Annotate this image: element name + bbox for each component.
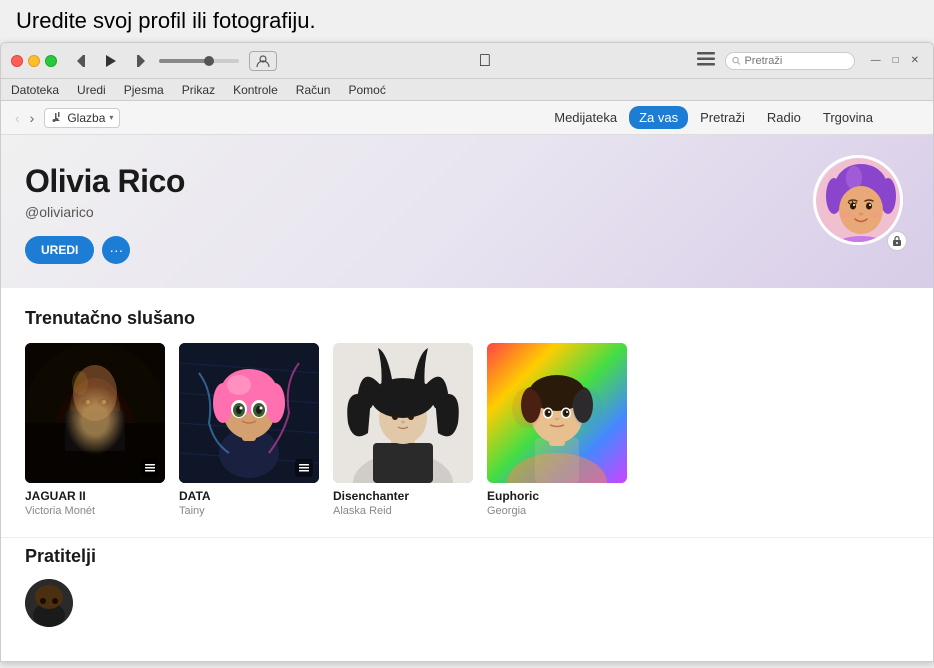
friends-section: Pratitelji (1, 537, 933, 627)
window-resize-buttons: — □ ✕ (867, 53, 923, 68)
currently-listening-section: Trenutačno slušano (1, 288, 933, 537)
instruction-bar: Uredite svoj profil ili fotografiju. (0, 0, 934, 42)
menu-prikaz[interactable]: Prikaz (180, 83, 217, 97)
playback-controls (73, 51, 149, 71)
nav-back-arrow[interactable]: ‹ (11, 108, 24, 128)
search-bar[interactable] (725, 52, 855, 70)
album-artist: Georgia (487, 505, 627, 517)
album-list-icon (141, 459, 159, 477)
nav-forward-arrow[interactable]: › (26, 108, 39, 128)
nav-arrows: ‹ › (11, 108, 38, 128)
volume-slider[interactable] (159, 59, 239, 63)
profile-section: Olivia Rico @oliviarico UREDI ··· (1, 135, 933, 288)
memoji-avatar (816, 158, 900, 242)
library-label: Glazba (67, 111, 105, 125)
tab-pretrazi[interactable]: Pretraži (690, 106, 755, 129)
album-artist: Alaska Reid (333, 505, 473, 517)
window-controls (693, 50, 719, 71)
album-art-disenchanter (333, 343, 473, 483)
album-item[interactable]: DATA Tainy (179, 343, 319, 517)
menu-pjesma[interactable]: Pjesma (122, 83, 166, 97)
album-item[interactable]: Euphoric Georgia (487, 343, 627, 517)
apple-logo:  (283, 51, 687, 71)
tab-medijateka[interactable]: Medijateka (544, 106, 627, 129)
restore-window[interactable]: □ (889, 53, 903, 68)
album-item[interactable]: Disenchanter Alaska Reid (333, 343, 473, 517)
volume-thumb (204, 56, 214, 66)
title-bar:  — □ ✕ (1, 43, 933, 79)
nav-bar: ‹ › Glazba ▾ Medijateka Za vas Pretraži … (1, 101, 933, 135)
edit-profile-button[interactable]: UREDI (25, 236, 94, 264)
album-art-jaguar (25, 343, 165, 483)
menu-pomoc[interactable]: Pomoć (346, 83, 387, 97)
play-button[interactable] (101, 51, 121, 71)
album-title: JAGUAR II (25, 489, 165, 503)
tab-trgovina[interactable]: Trgovina (813, 106, 883, 129)
itunes-window:  — □ ✕ Datoteka Uredi (0, 42, 934, 662)
friends-avatars (25, 579, 909, 627)
album-title: Disenchanter (333, 489, 473, 503)
library-chevron: ▾ (109, 113, 113, 122)
friend-avatar[interactable] (25, 579, 73, 627)
nav-tabs: Medijateka Za vas Pretraži Radio Trgovin… (544, 106, 883, 129)
album-item[interactable]: JAGUAR II Victoria Monét (25, 343, 165, 517)
profile-buttons: UREDI ··· (25, 236, 909, 264)
album-list-icon (295, 459, 313, 477)
close-button[interactable] (11, 55, 23, 67)
profile-avatar[interactable] (813, 155, 903, 245)
currently-listening-title: Trenutačno slušano (25, 308, 909, 329)
friends-title: Pratitelji (25, 546, 909, 567)
album-art-euphoric (487, 343, 627, 483)
traffic-lights (11, 55, 57, 67)
main-content: Olivia Rico @oliviarico UREDI ··· (1, 135, 933, 661)
tab-zavas[interactable]: Za vas (629, 106, 688, 129)
album-artist: Victoria Monét (25, 505, 165, 517)
profile-handle: @oliviarico (25, 204, 909, 220)
list-view-button[interactable] (693, 50, 719, 71)
instruction-text: Uredite svoj profil ili fotografiju. (16, 8, 316, 33)
search-input[interactable] (744, 55, 847, 67)
menu-racun[interactable]: Račun (294, 83, 333, 97)
music-note-icon (51, 112, 63, 124)
album-art-data (179, 343, 319, 483)
album-title: DATA (179, 489, 319, 503)
library-selector[interactable]: Glazba ▾ (44, 108, 120, 128)
menu-datoteka[interactable]: Datoteka (9, 83, 61, 97)
menu-kontrole[interactable]: Kontrole (231, 83, 280, 97)
maximize-button[interactable] (45, 55, 57, 67)
album-title: Euphoric (487, 489, 627, 503)
menu-bar: Datoteka Uredi Pjesma Prikaz Kontrole Ra… (1, 79, 933, 101)
search-icon (732, 56, 741, 66)
albums-grid: JAGUAR II Victoria Monét (25, 343, 909, 517)
minimize-window[interactable]: — (867, 53, 885, 68)
close-window[interactable]: ✕ (907, 53, 923, 68)
menu-uredi[interactable]: Uredi (75, 83, 108, 97)
tab-radio[interactable]: Radio (757, 106, 811, 129)
more-options-button[interactable]: ··· (102, 236, 130, 264)
album-artist: Tainy (179, 505, 319, 517)
forward-button[interactable] (129, 51, 149, 71)
account-button[interactable] (249, 51, 277, 71)
profile-name: Olivia Rico (25, 163, 909, 200)
avatar-lock-icon[interactable] (887, 231, 907, 251)
back-button[interactable] (73, 51, 93, 71)
minimize-button[interactable] (28, 55, 40, 67)
